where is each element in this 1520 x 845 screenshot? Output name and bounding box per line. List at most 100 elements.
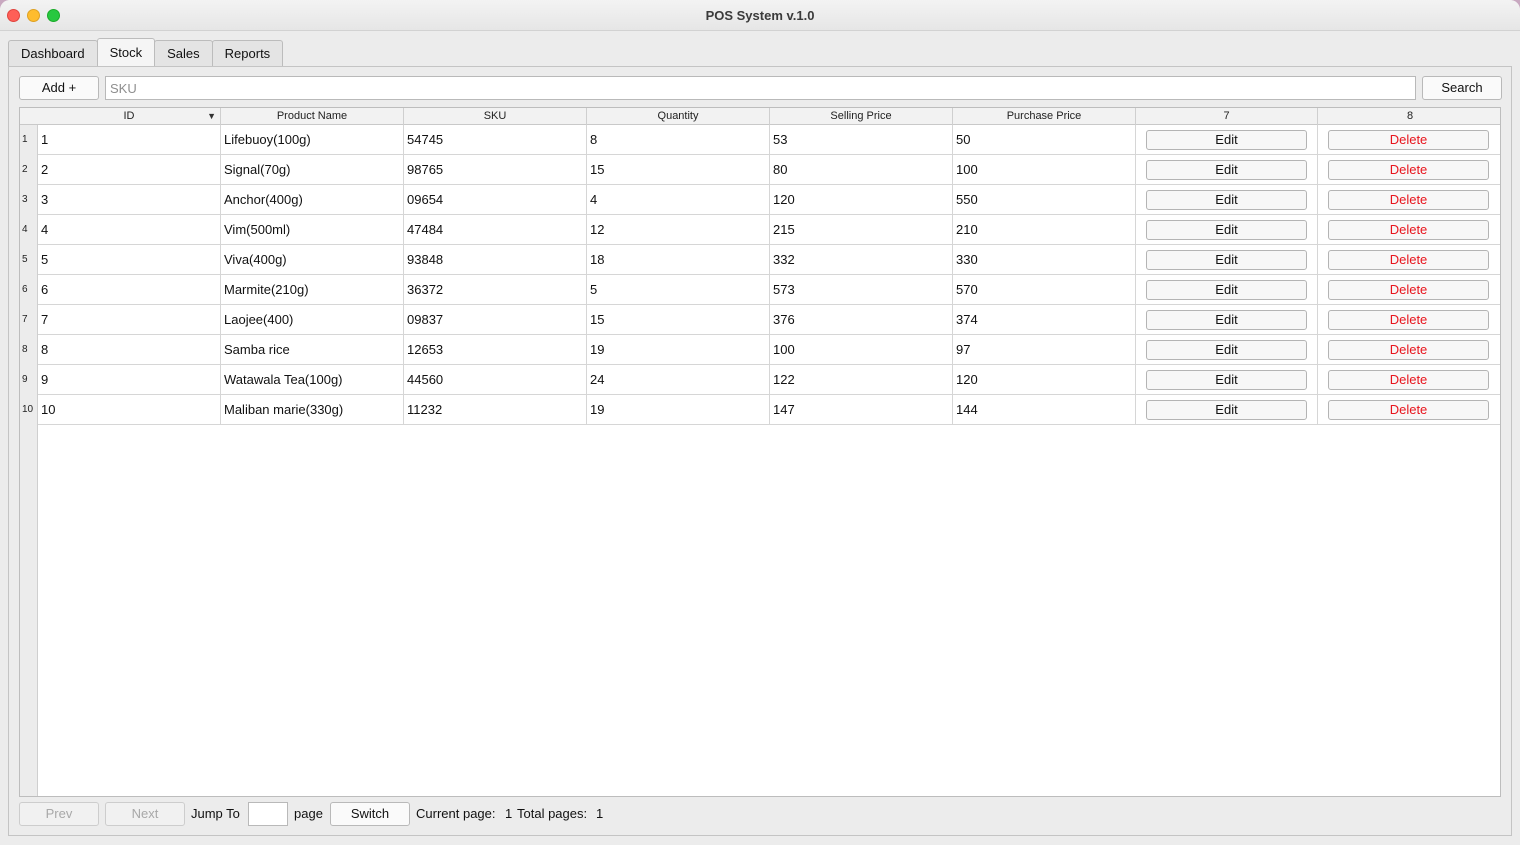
cell-product-name[interactable]: Signal(70g) [221,155,404,185]
edit-button[interactable]: Edit [1146,250,1307,270]
cell-selling-price[interactable]: 147 [770,395,953,425]
cell-quantity[interactable]: 15 [587,155,770,185]
cell-sku[interactable]: 11232 [404,395,587,425]
column-header-product-name[interactable]: Product Name [221,108,404,125]
cell-sku[interactable]: 12653 [404,335,587,365]
row-number[interactable]: 6 [20,275,38,305]
prev-page-button[interactable]: Prev [19,802,99,826]
delete-button[interactable]: Delete [1328,280,1489,300]
delete-button[interactable]: Delete [1328,220,1489,240]
cell-selling-price[interactable]: 122 [770,365,953,395]
column-header-purchase-price[interactable]: Purchase Price [953,108,1136,125]
row-number[interactable]: 1 [20,125,38,155]
cell-quantity[interactable]: 19 [587,335,770,365]
column-header-quantity[interactable]: Quantity [587,108,770,125]
column-header-7[interactable]: 7 [1136,108,1318,125]
table-row[interactable]: 9 9 Watawala Tea(100g) 44560 24 122 120 Edit Del… [20,365,1500,395]
cell-quantity[interactable]: 5 [587,275,770,305]
cell-selling-price[interactable]: 100 [770,335,953,365]
cell-quantity[interactable]: 18 [587,245,770,275]
cell-purchase-price[interactable]: 50 [953,125,1136,155]
cell-id[interactable]: 3 [38,185,221,215]
row-number[interactable]: 7 [20,305,38,335]
add-product-button[interactable]: Add + [19,76,99,100]
cell-sku[interactable]: 44560 [404,365,587,395]
cell-product-name[interactable]: Watawala Tea(100g) [221,365,404,395]
cell-id[interactable]: 2 [38,155,221,185]
edit-button[interactable]: Edit [1146,160,1307,180]
cell-purchase-price[interactable]: 550 [953,185,1136,215]
cell-id[interactable]: 7 [38,305,221,335]
cell-purchase-price[interactable]: 570 [953,275,1136,305]
cell-product-name[interactable]: Viva(400g) [221,245,404,275]
delete-button[interactable]: Delete [1328,250,1489,270]
cell-purchase-price[interactable]: 97 [953,335,1136,365]
tab-dashboard[interactable]: Dashboard [8,40,98,66]
delete-button[interactable]: Delete [1328,340,1489,360]
cell-id[interactable]: 8 [38,335,221,365]
tab-stock[interactable]: Stock [96,38,156,66]
cell-sku[interactable]: 36372 [404,275,587,305]
column-header-id[interactable]: ID ▼ [38,108,221,125]
cell-sku[interactable]: 93848 [404,245,587,275]
row-number[interactable]: 2 [20,155,38,185]
edit-button[interactable]: Edit [1146,220,1307,240]
cell-quantity[interactable]: 19 [587,395,770,425]
cell-purchase-price[interactable]: 330 [953,245,1136,275]
row-number[interactable]: 9 [20,365,38,395]
row-number[interactable]: 8 [20,335,38,365]
cell-product-name[interactable]: Maliban marie(330g) [221,395,404,425]
edit-button[interactable]: Edit [1146,340,1307,360]
table-row[interactable]: 5 5 Viva(400g) 93848 18 332 330 Edit Delete [20,245,1500,275]
cell-selling-price[interactable]: 215 [770,215,953,245]
cell-purchase-price[interactable]: 100 [953,155,1136,185]
table-row[interactable]: 10 10 Maliban marie(330g) 11232 19 147 144 Edit… [20,395,1500,425]
jump-page-input[interactable] [248,802,288,826]
cell-quantity[interactable]: 8 [587,125,770,155]
table-row[interactable]: 6 6 Marmite(210g) 36372 5 573 570 Edit Delete [20,275,1500,305]
table-row[interactable]: 2 2 Signal(70g) 98765 15 80 100 Edit Delete [20,155,1500,185]
cell-sku[interactable]: 98765 [404,155,587,185]
cell-quantity[interactable]: 24 [587,365,770,395]
edit-button[interactable]: Edit [1146,310,1307,330]
cell-selling-price[interactable]: 332 [770,245,953,275]
sku-search-input[interactable] [105,76,1416,100]
table-row[interactable]: 1 1 Lifebuoy(100g) 54745 8 53 50 Edit Delete [20,125,1500,155]
cell-sku[interactable]: 09654 [404,185,587,215]
cell-id[interactable]: 5 [38,245,221,275]
delete-button[interactable]: Delete [1328,160,1489,180]
row-number[interactable]: 3 [20,185,38,215]
table-row[interactable]: 3 3 Anchor(400g) 09654 4 120 550 Edit Delete [20,185,1500,215]
switch-page-button[interactable]: Switch [330,802,410,826]
next-page-button[interactable]: Next [105,802,185,826]
row-number[interactable]: 5 [20,245,38,275]
edit-button[interactable]: Edit [1146,280,1307,300]
cell-product-name[interactable]: Lifebuoy(100g) [221,125,404,155]
cell-purchase-price[interactable]: 120 [953,365,1136,395]
cell-quantity[interactable]: 4 [587,185,770,215]
edit-button[interactable]: Edit [1146,370,1307,390]
cell-product-name[interactable]: Laojee(400) [221,305,404,335]
cell-quantity[interactable]: 15 [587,305,770,335]
cell-selling-price[interactable]: 376 [770,305,953,335]
cell-purchase-price[interactable]: 210 [953,215,1136,245]
cell-product-name[interactable]: Vim(500ml) [221,215,404,245]
search-button[interactable]: Search [1422,76,1502,100]
cell-sku[interactable]: 09837 [404,305,587,335]
edit-button[interactable]: Edit [1146,130,1307,150]
delete-button[interactable]: Delete [1328,370,1489,390]
cell-purchase-price[interactable]: 144 [953,395,1136,425]
tab-sales[interactable]: Sales [154,40,213,66]
edit-button[interactable]: Edit [1146,190,1307,210]
table-row[interactable]: 8 8 Samba rice 12653 19 100 97 Edit Delete [20,335,1500,365]
cell-selling-price[interactable]: 80 [770,155,953,185]
cell-id[interactable]: 1 [38,125,221,155]
cell-id[interactable]: 10 [38,395,221,425]
delete-button[interactable]: Delete [1328,190,1489,210]
cell-selling-price[interactable]: 573 [770,275,953,305]
cell-sku[interactable]: 54745 [404,125,587,155]
edit-button[interactable]: Edit [1146,400,1307,420]
cell-purchase-price[interactable]: 374 [953,305,1136,335]
table-row[interactable]: 7 7 Laojee(400) 09837 15 376 374 Edit Delete [20,305,1500,335]
column-header-selling-price[interactable]: Selling Price [770,108,953,125]
